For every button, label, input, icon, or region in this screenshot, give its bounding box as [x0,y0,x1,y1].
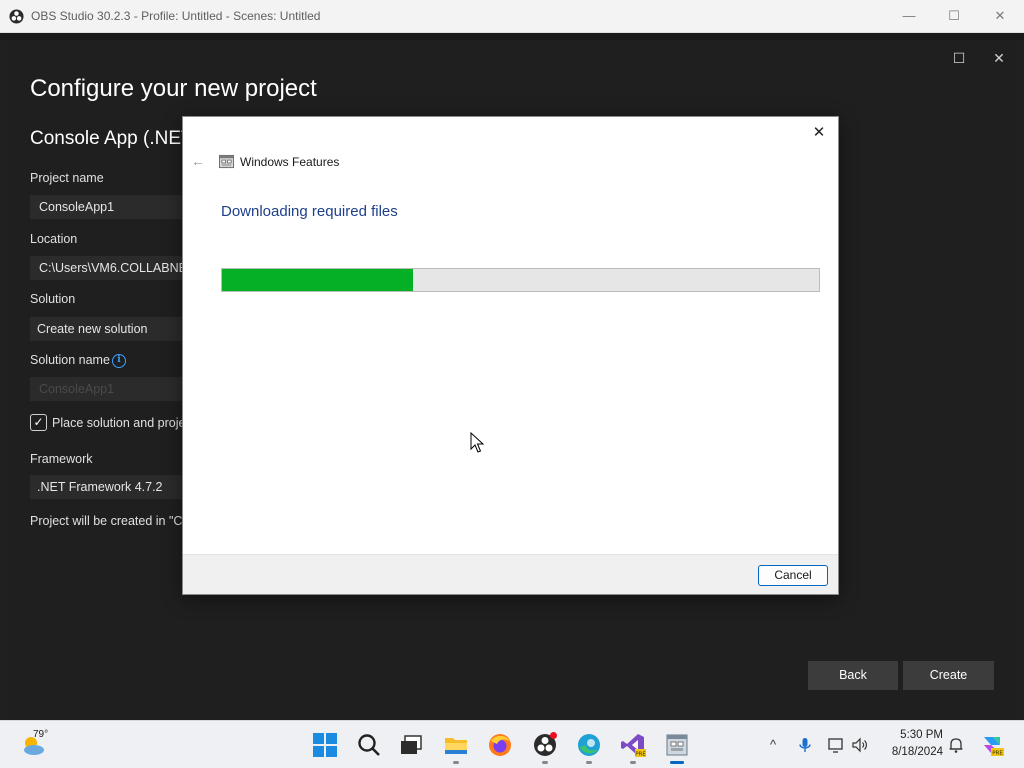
obs-minimize-button[interactable]: — [898,6,920,26]
windows-features-icon [219,154,234,169]
svg-text:PRE: PRE [992,751,1003,757]
obs-maximize-button[interactable]: ☐ [943,6,965,26]
info-icon[interactable]: i [112,354,126,368]
network-icon[interactable] [827,736,845,754]
project-path-text: Project will be created in "C:\ [30,514,190,528]
svg-text:PRE: PRE [635,752,646,758]
vs-maximize-button[interactable]: ☐ [949,48,969,68]
search-icon[interactable] [356,732,382,758]
notification-bell-icon[interactable] [947,736,965,754]
location-label: Location [30,232,78,246]
copilot-icon[interactable]: PRE [980,733,1004,757]
obs-close-button[interactable]: ✕ [989,6,1011,26]
framework-select[interactable]: .NET Framework 4.7.2 [30,475,190,499]
place-same-dir-label: Place solution and project [52,416,196,430]
solution-name-label: Solution name [30,353,110,367]
running-indicator [630,761,636,764]
back-arrow-icon[interactable]: ← [191,153,207,169]
template-name: Console App (.NET [30,128,193,149]
wf-status-heading: Downloading required files [221,203,398,220]
location-input[interactable]: C:\Users\VM6.COLLABNET [30,256,190,280]
active-app-indicator [670,761,684,764]
windows-features-icon[interactable] [664,732,690,758]
cancel-button[interactable]: Cancel [758,565,828,586]
firefox-icon[interactable] [487,732,513,758]
obs-logo-icon [9,9,24,24]
wf-close-button[interactable]: ✕ [808,122,830,144]
taskbar: 79° PRE ^ 5:30 PM 8/18/2024 PRE [0,720,1024,768]
back-button[interactable]: Back [808,661,898,690]
project-name-label: Project name [30,171,104,185]
running-indicator [586,761,592,764]
clock-date[interactable]: 8/18/2024 [873,746,943,758]
solution-label: Solution [30,292,76,306]
file-explorer-icon[interactable] [443,732,469,758]
mouse-pointer-icon [470,432,484,453]
project-name-input[interactable]: ConsoleApp1 [30,195,190,219]
create-button[interactable]: Create [903,661,994,690]
speaker-icon[interactable] [851,736,869,754]
captured-screen-edge [0,33,1024,40]
windows-features-dialog: ✕ ← Windows Features Downloading require… [182,116,839,595]
task-view-icon[interactable] [398,732,424,758]
chevron-up-icon[interactable]: ^ [764,736,782,754]
running-indicator [542,761,548,764]
start-icon[interactable] [312,732,338,758]
download-progress-bar [221,268,820,292]
progress-fill [222,269,414,291]
obs-titlebar: OBS Studio 30.2.3 - Profile: Untitled - … [0,0,1024,33]
weather-temperature: 79° [33,729,49,740]
wf-footer: Cancel [183,554,838,594]
solution-name-input: ConsoleApp1 [30,377,190,401]
obs-window-title: OBS Studio 30.2.3 - Profile: Untitled - … [31,9,321,23]
framework-label: Framework [30,452,93,466]
visual-studio-icon[interactable]: PRE [620,732,646,758]
clock-time[interactable]: 5:30 PM [887,729,943,741]
vs-close-button[interactable]: ✕ [989,48,1009,68]
wf-title: Windows Features [240,155,340,169]
obs-icon[interactable] [532,732,558,758]
microphone-icon[interactable] [796,736,814,754]
checkmark-icon: ✓ [33,415,44,429]
solution-select[interactable]: Create new solution [30,317,190,341]
page-title: Configure your new project [30,75,317,102]
edge-icon[interactable] [576,732,602,758]
place-same-dir-checkbox[interactable]: ✓ [30,414,47,431]
running-indicator [453,761,459,764]
